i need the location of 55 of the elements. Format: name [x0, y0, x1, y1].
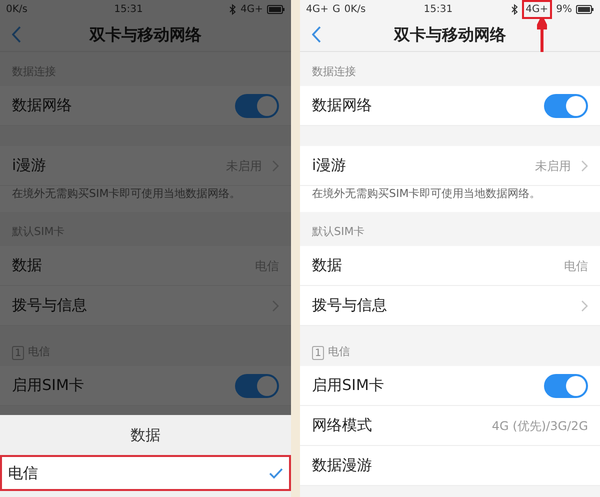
toggle-switch[interactable] — [235, 94, 279, 118]
setting-label: i漫游 — [12, 155, 46, 176]
section-header: 电信 — [328, 344, 350, 360]
checkmark-icon — [269, 468, 283, 478]
toggle-switch[interactable] — [235, 374, 279, 398]
setting-label: 启用SIM卡 — [12, 375, 84, 396]
setting-description: 在境外无需购买SIM卡即可使用当地数据网络。 — [12, 186, 241, 202]
setting-description: 在境外无需购买SIM卡即可使用当地数据网络。 — [312, 186, 541, 202]
toggle-switch[interactable] — [544, 94, 588, 118]
setting-label: 拨号与信息 — [312, 295, 387, 316]
setting-label: i漫游 — [312, 155, 346, 176]
bluetooth-icon — [510, 4, 518, 14]
setting-value: 4G (优先)/3G/2G — [492, 418, 588, 434]
setting-label: 启用SIM卡 — [312, 375, 384, 396]
status-text: 4G+ — [240, 2, 263, 16]
setting-row[interactable]: 数据漫游 — [300, 446, 600, 486]
setting-label: 拨号与信息 — [12, 295, 87, 316]
battery-icon — [266, 4, 285, 14]
setting-label: 数据 — [312, 255, 342, 276]
status-text: G — [332, 2, 340, 16]
status-text: 0K/s — [344, 2, 366, 16]
setting-label: 数据网络 — [312, 95, 372, 116]
arrow-annotation — [537, 18, 547, 52]
status-time: 15:31 — [114, 2, 143, 16]
sim-card-icon: 1 — [312, 346, 324, 360]
setting-value: 未启用 — [535, 158, 571, 174]
chevron-right-icon — [581, 300, 588, 312]
status-text: 9% — [556, 2, 572, 16]
setting-label: 数据 — [12, 255, 42, 276]
battery-icon — [576, 4, 594, 14]
section-header: 默认SIM卡 — [312, 224, 365, 240]
status-text: 4G+ — [522, 0, 552, 18]
sheet-title: 数据 — [130, 424, 160, 446]
chevron-right-icon — [272, 300, 279, 312]
sheet-option[interactable]: 电信 — [0, 455, 291, 491]
bluetooth-icon — [229, 4, 236, 14]
setting-row[interactable]: 数据 电信 — [300, 246, 600, 286]
chevron-right-icon — [272, 160, 279, 172]
status-text: 0K/s — [6, 2, 28, 16]
page-title: 双卡与移动网络 — [90, 24, 202, 46]
toggle-switch[interactable] — [544, 374, 588, 398]
status-time: 15:31 — [424, 2, 453, 16]
setting-row[interactable]: 拨号与信息 — [300, 286, 600, 326]
back-button[interactable] — [12, 26, 22, 43]
section-header: 数据连接 — [312, 64, 356, 80]
status-text: 4G+ — [306, 2, 328, 16]
chevron-right-icon — [581, 160, 588, 172]
page-title: 双卡与移动网络 — [394, 24, 506, 46]
setting-label: 数据网络 — [12, 95, 72, 116]
back-button[interactable] — [312, 26, 322, 43]
setting-label: 数据漫游 — [312, 455, 372, 476]
setting-row[interactable]: 网络模式 4G (优先)/3G/2G — [300, 406, 600, 446]
setting-label: 网络模式 — [312, 415, 372, 436]
setting-value: 电信 — [564, 258, 588, 274]
setting-row[interactable]: i漫游 未启用 — [300, 146, 600, 186]
